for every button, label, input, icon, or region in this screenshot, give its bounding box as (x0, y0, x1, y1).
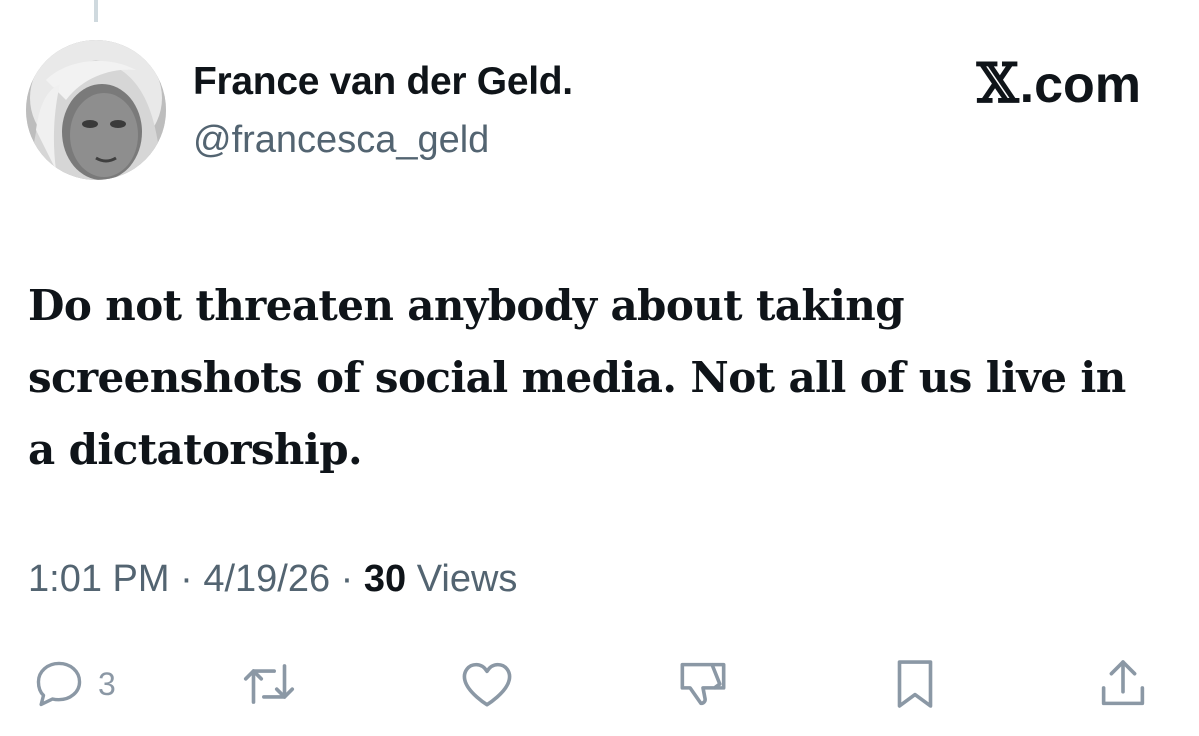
reply-button[interactable]: 3 (30, 652, 116, 716)
heart-icon (462, 662, 512, 707)
avatar[interactable] (26, 40, 166, 180)
retweet-icon (243, 664, 295, 704)
share-icon (1101, 660, 1145, 706)
author-display-name[interactable]: France van der Geld. (193, 60, 573, 104)
tweet-time[interactable]: 1:01 PM (28, 558, 170, 600)
tweet-metadata: 1:01 PM · 4/19/26 · 30 Views (28, 558, 517, 601)
retweet-button[interactable] (238, 652, 300, 716)
tweet-date[interactable]: 4/19/26 (203, 558, 330, 600)
reply-icon (36, 661, 82, 707)
action-bar: 3 (0, 652, 1199, 722)
thumbs-down-icon (680, 662, 726, 706)
dislike-button[interactable] (672, 652, 734, 716)
x-logo-icon: 𝕏 (976, 51, 1019, 115)
like-button[interactable] (456, 652, 518, 716)
meta-separator: · (340, 558, 354, 600)
reply-count: 3 (98, 665, 116, 702)
meta-separator: · (180, 558, 193, 600)
brand-watermark: 𝕏 .com (977, 55, 1141, 115)
thread-connector-line (94, 0, 98, 22)
bookmark-icon (897, 660, 933, 708)
author-handle[interactable]: @francesca_geld (193, 119, 489, 162)
bookmark-button[interactable] (884, 652, 946, 716)
tweet-text: Do not threaten anybody about taking scr… (28, 281, 1126, 474)
views-count: 30 (363, 558, 407, 600)
brand-domain-label: .com (1019, 56, 1141, 114)
views-label: Views (416, 558, 518, 600)
avatar-photo (26, 40, 166, 180)
share-button[interactable] (1092, 652, 1154, 716)
